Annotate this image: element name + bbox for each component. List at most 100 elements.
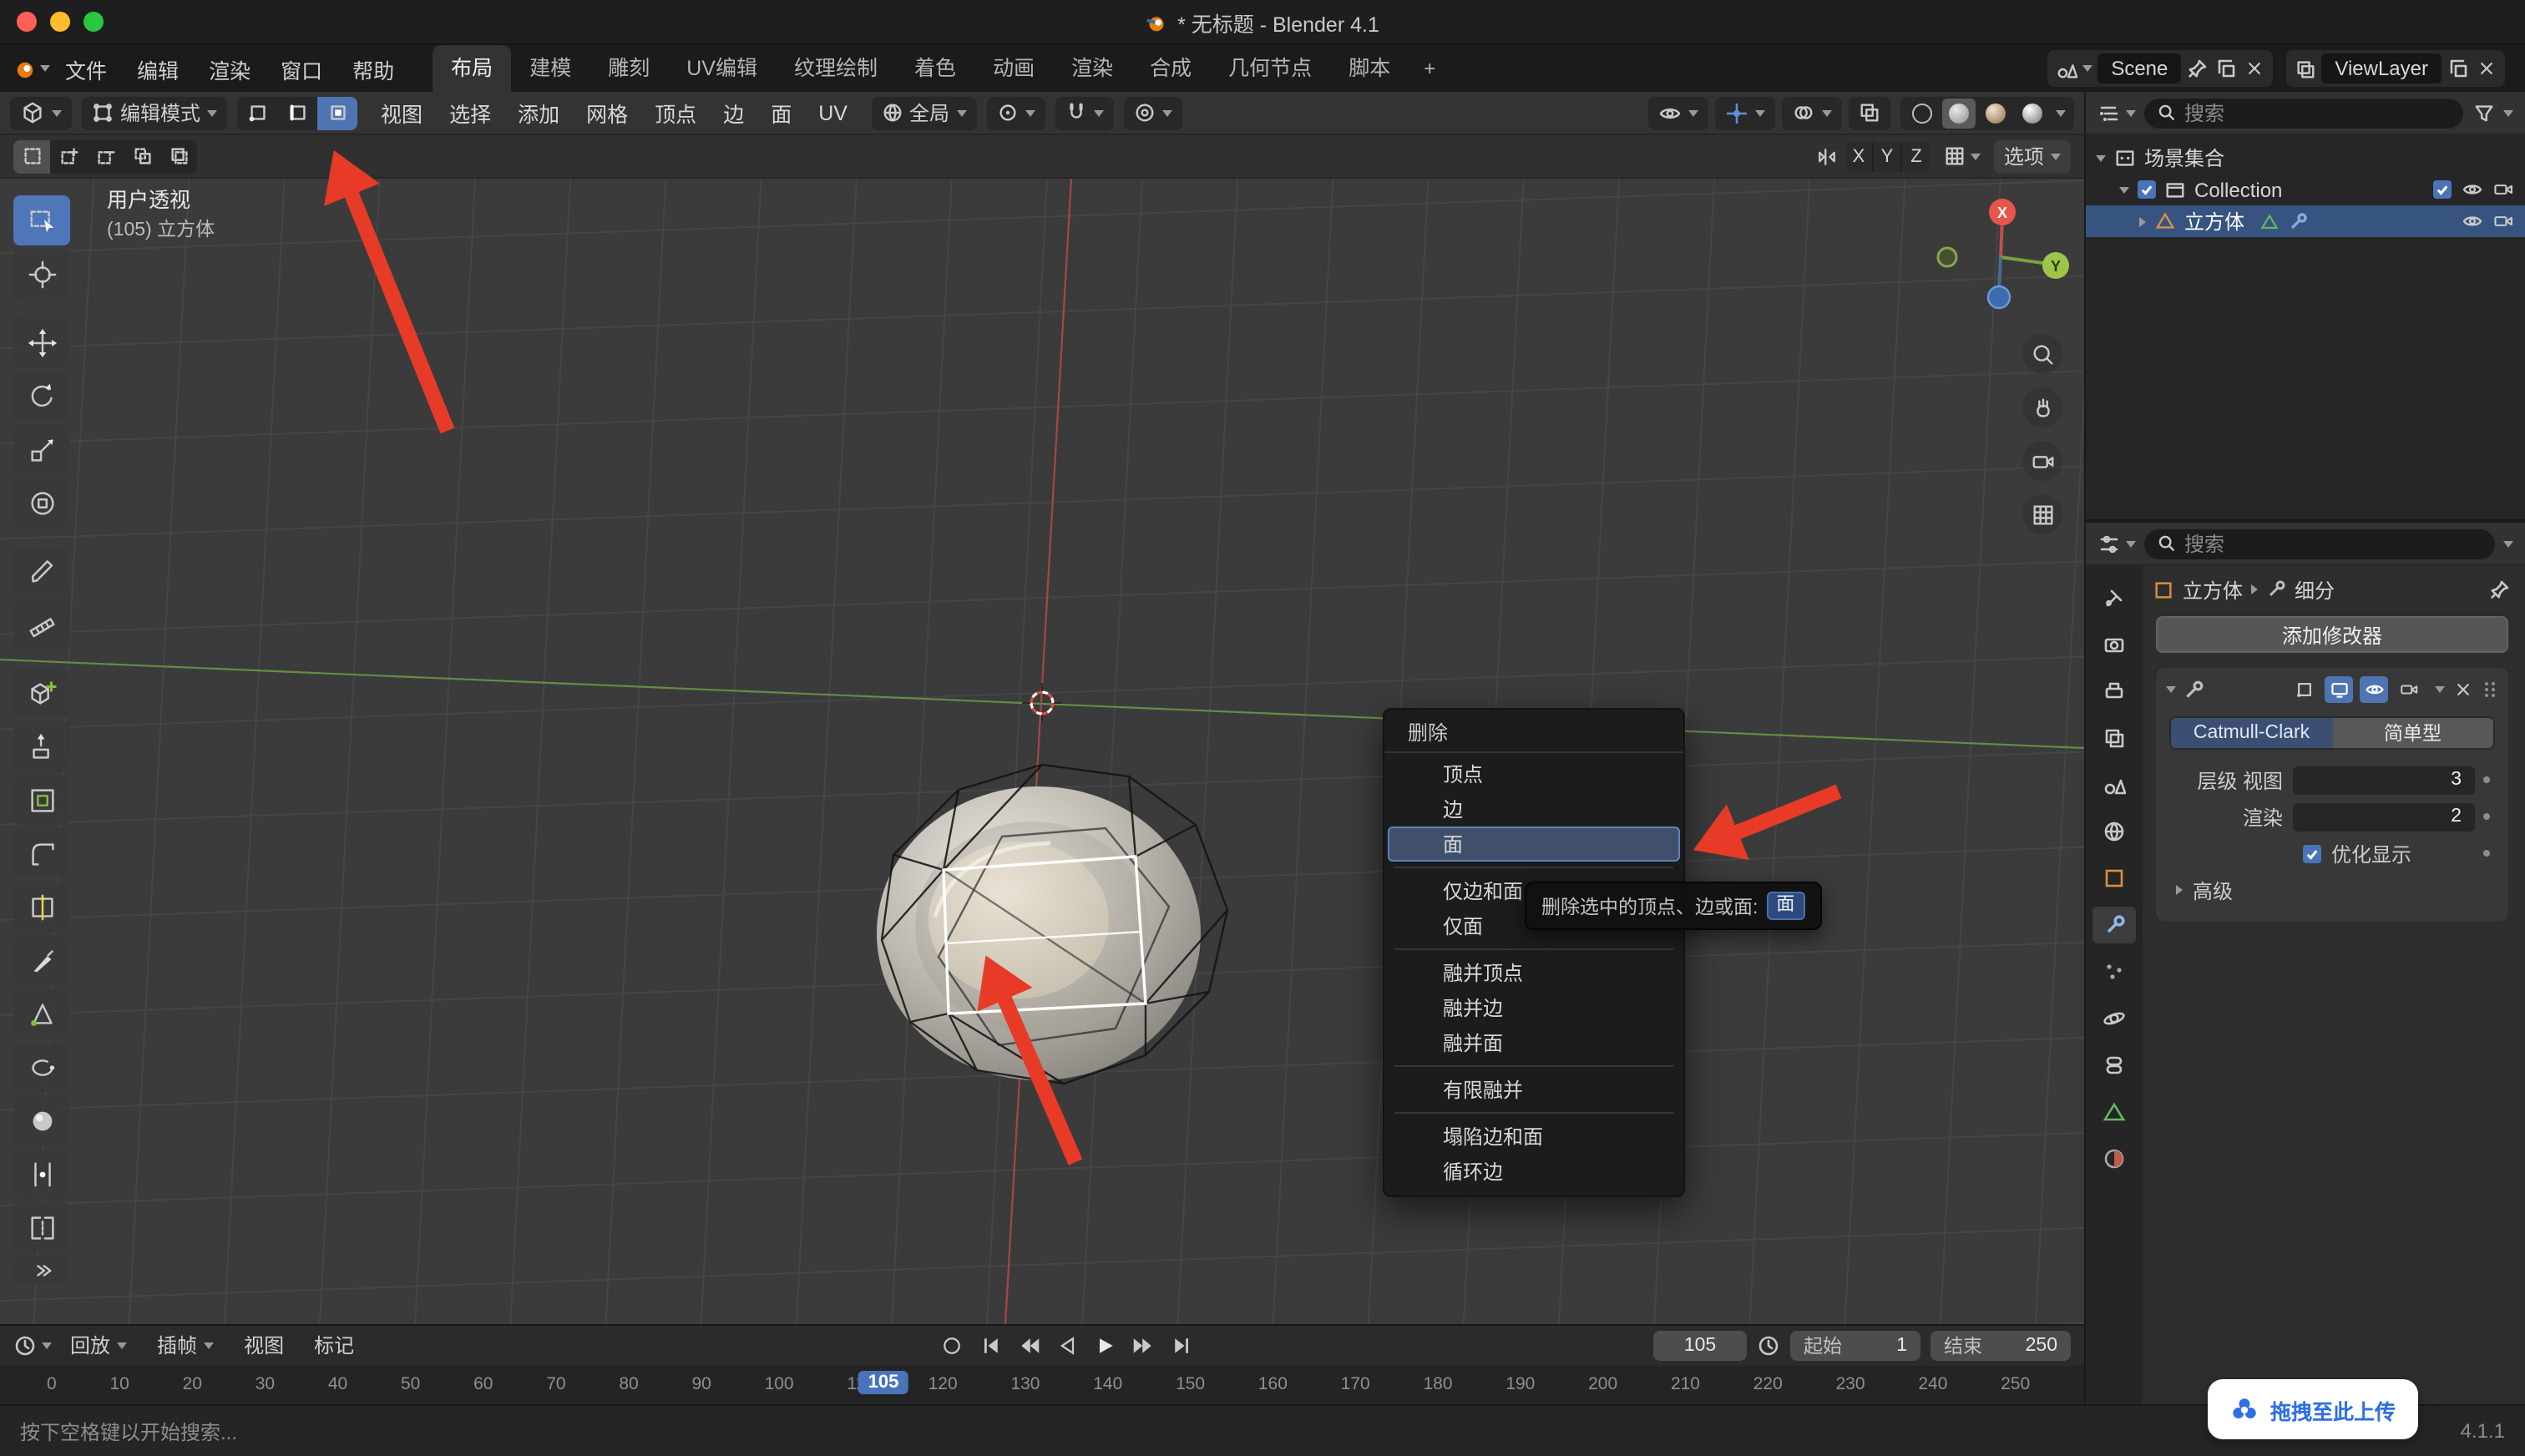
jump-to-end-button[interactable]	[1166, 1331, 1199, 1361]
eye-icon[interactable]	[2462, 180, 2483, 199]
loop-cut-tool[interactable]	[13, 882, 70, 932]
edge-select-button[interactable]	[277, 96, 317, 129]
tab-physics[interactable]	[2092, 1000, 2136, 1037]
rotate-tool[interactable]	[13, 371, 70, 421]
menu-item-edges[interactable]: 边	[1388, 791, 1680, 827]
menu-item-limited-dissolve[interactable]: 有限融并	[1388, 1072, 1680, 1107]
tab-output[interactable]	[2092, 673, 2136, 710]
extrude-region-tool[interactable]	[13, 721, 70, 771]
add-modifier-button[interactable]: 添加修改器	[2156, 616, 2508, 653]
camera-icon[interactable]	[2493, 179, 2515, 200]
cursor-tool[interactable]	[13, 249, 70, 299]
filter-icon[interactable]	[2472, 101, 2495, 124]
solid-shading-button[interactable]	[1942, 98, 1976, 128]
wireframe-shading-button[interactable]	[1905, 98, 1939, 128]
workspace-tab[interactable]: 纹理绘制	[776, 45, 896, 92]
scene-name-field[interactable]: Scene	[2097, 53, 2181, 83]
scale-tool[interactable]	[13, 424, 70, 474]
outliner-row-cube[interactable]: 立方体	[2086, 205, 2525, 237]
scene-selector[interactable]: Scene	[2047, 50, 2273, 87]
catmull-clark-button[interactable]: Catmull-Clark	[2171, 718, 2332, 748]
pin-icon[interactable]	[2186, 57, 2209, 80]
menu-item-edge-loops[interactable]: 循环边	[1388, 1154, 1680, 1189]
pin-icon[interactable]	[2488, 578, 2512, 601]
menubar-menu[interactable]: 帮助	[337, 48, 409, 89]
transform-orientation-dropdown[interactable]: 全局	[871, 96, 976, 129]
outliner-search-input[interactable]: 搜索	[2144, 98, 2463, 128]
timeline-editor-type-button[interactable]	[13, 1334, 52, 1357]
measure-tool[interactable]	[13, 599, 70, 650]
copy-icon[interactable]	[2447, 57, 2470, 80]
workspace-tab[interactable]: 布局	[433, 45, 511, 92]
viewlayer-name-field[interactable]: ViewLayer	[2321, 53, 2442, 83]
outliner-editor-type-button[interactable]	[2097, 101, 2136, 124]
toolbar-expand-button[interactable]	[13, 1256, 70, 1286]
tab-view-layer[interactable]	[2092, 720, 2136, 756]
upload-overlay-button[interactable]: 拖拽至此上传	[2208, 1379, 2418, 1439]
menubar-menu[interactable]: 窗口	[266, 48, 337, 89]
jump-next-keyframe-button[interactable]	[1127, 1331, 1161, 1361]
menubar-menu[interactable]: 文件	[50, 48, 122, 89]
jump-to-start-button[interactable]	[974, 1331, 1007, 1361]
animate-dot[interactable]	[2475, 776, 2498, 783]
rip-region-tool[interactable]	[13, 1202, 70, 1252]
viewport-menu[interactable]: 网格	[573, 97, 641, 129]
move-tool[interactable]	[13, 317, 70, 367]
outliner-row-collection[interactable]: Collection	[2086, 174, 2525, 205]
disclosure-down-icon[interactable]	[2166, 686, 2176, 693]
frame-ruler[interactable]: 105 010203040506070809010011012013014015…	[0, 1365, 2084, 1404]
workspace-tab[interactable]: 着色	[896, 45, 974, 92]
rendered-shading-button[interactable]	[2016, 98, 2049, 128]
render-display-toggle[interactable]	[2395, 676, 2423, 703]
select-subtract-button[interactable]	[87, 139, 124, 173]
pan-hand-button[interactable]	[2022, 387, 2062, 427]
tab-world[interactable]	[2092, 813, 2136, 850]
workspace-tab[interactable]: 几何节点	[1210, 45, 1330, 92]
tab-modifiers[interactable]	[2092, 907, 2136, 943]
tab-object-data[interactable]	[2092, 1094, 2136, 1130]
breadcrumb-modifier[interactable]: 细分	[2295, 575, 2335, 604]
menu-item-dissolve-faces[interactable]: 融并面	[1388, 1025, 1680, 1060]
viewport-menu[interactable]: 边	[710, 97, 757, 129]
snap-toggle[interactable]	[1055, 96, 1113, 129]
pivot-point-dropdown[interactable]	[986, 96, 1045, 129]
tab-constraints[interactable]	[2092, 1047, 2136, 1084]
playback-menu[interactable]: 回放	[58, 1332, 139, 1360]
annotate-tool[interactable]	[13, 546, 70, 596]
viewport-display-toggle[interactable]	[2360, 676, 2388, 703]
disclosure-down-icon[interactable]	[2119, 186, 2129, 193]
menu-item-collapse-edges-faces[interactable]: 塌陷边和面	[1388, 1119, 1680, 1154]
smooth-tool[interactable]	[13, 1095, 70, 1145]
menu-item-dissolve-vertices[interactable]: 融并顶点	[1388, 955, 1680, 990]
viewport-menu[interactable]: 顶点	[641, 97, 710, 129]
camera-view-button[interactable]	[2022, 441, 2062, 481]
disclosure-right-icon[interactable]	[2139, 216, 2146, 226]
menu-item-vertices[interactable]: 顶点	[1388, 756, 1680, 791]
material-preview-button[interactable]	[1979, 98, 2012, 128]
xray-toggle[interactable]	[1849, 96, 1890, 129]
bevel-tool[interactable]	[13, 828, 70, 878]
tab-render[interactable]	[2092, 626, 2136, 663]
disclosure-down-icon[interactable]	[2096, 154, 2106, 161]
current-frame-field[interactable]: 105	[1653, 1331, 1747, 1361]
mirror-axis-button[interactable]: Y	[1874, 141, 1902, 171]
optimal-display-checkbox[interactable]	[2303, 844, 2321, 862]
playhead[interactable]: 105	[858, 1370, 909, 1393]
modifier-extras-dropdown[interactable]	[2435, 686, 2445, 693]
workspace-tab[interactable]: 建模	[511, 45, 590, 92]
workspace-tab[interactable]: 渲染	[1053, 45, 1131, 92]
breadcrumb-object[interactable]: 立方体	[2183, 575, 2243, 604]
levels-render-field[interactable]: 2	[2293, 802, 2475, 831]
tab-object[interactable]	[2092, 860, 2136, 897]
tab-material[interactable]	[2092, 1140, 2136, 1177]
knife-tool[interactable]	[13, 935, 70, 985]
select-new-button[interactable]	[13, 139, 50, 173]
mirror-axis-button[interactable]: X	[1845, 141, 1874, 171]
menu-item-faces[interactable]: 面	[1388, 827, 1680, 862]
simple-button[interactable]: 简单型	[2332, 718, 2493, 748]
realtime-display-toggle[interactable]	[2325, 676, 2353, 703]
add-cube-tool[interactable]	[13, 668, 70, 718]
close-icon[interactable]	[2452, 678, 2475, 701]
play-button[interactable]	[1089, 1331, 1122, 1361]
viewport-menu[interactable]: 选择	[436, 97, 504, 129]
